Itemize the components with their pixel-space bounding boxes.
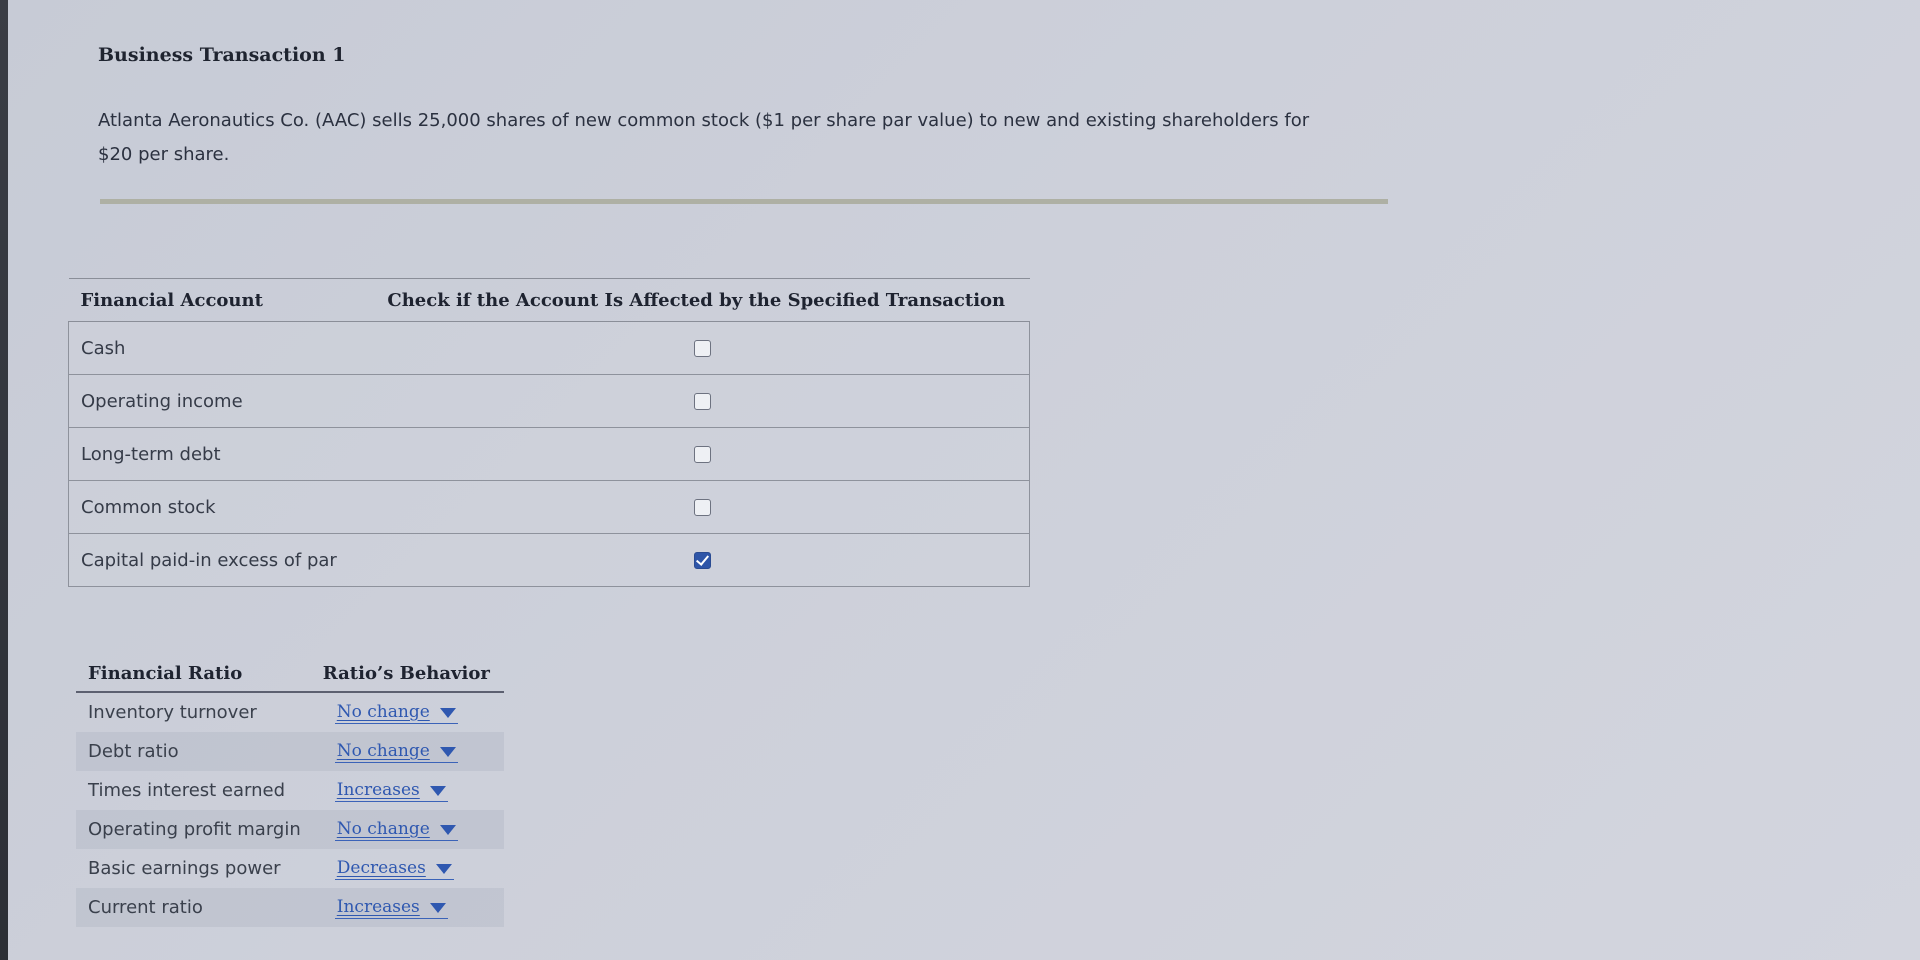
checkbox-operating-income[interactable] <box>694 393 711 410</box>
ratios-header-row: Financial Ratio Ratio’s Behavior <box>76 655 504 693</box>
account-check-cell <box>363 480 1030 534</box>
ratio-behavior-cell: Decreases <box>313 849 504 888</box>
ratio-row-basic-earnings-power: Basic earnings power Decreases <box>76 849 504 888</box>
behavior-dropdown-basic-earnings-power[interactable]: Decreases <box>334 858 454 880</box>
ratio-row-inventory-turnover: Inventory turnover No change <box>76 692 504 732</box>
caret-down-icon <box>439 824 456 835</box>
dropdown-value: No change <box>336 819 430 839</box>
header-check-affected: Check if the Account Is Affected by the … <box>363 278 1030 322</box>
ratio-behavior-cell: No change <box>312 810 504 849</box>
behavior-dropdown-times-interest-earned[interactable]: Increases <box>334 780 448 802</box>
ratio-label: Times interest earned <box>88 780 286 801</box>
ratio-behavior-cell: No change <box>313 692 504 732</box>
page: Business Transaction 1 Atlanta Aeronauti… <box>0 0 1920 960</box>
account-check-cell <box>363 374 1030 428</box>
screen-edge <box>0 0 8 960</box>
behavior-dropdown-debt-ratio[interactable]: No change <box>334 741 458 763</box>
behavior-dropdown-current-ratio[interactable]: Increases <box>334 897 448 919</box>
ratio-behavior-cell: Increases <box>313 771 504 810</box>
account-row-common-stock: Common stock <box>68 480 1030 534</box>
account-check-cell <box>363 427 1030 481</box>
ratio-row-current-ratio: Current ratio Increases <box>76 888 504 927</box>
dropdown-value: No change <box>336 741 430 761</box>
behavior-dropdown-operating-profit-margin[interactable]: No change <box>334 819 458 841</box>
checkbox-long-term-debt[interactable] <box>694 446 711 463</box>
checkbox-cash[interactable] <box>694 340 711 357</box>
section-divider <box>100 199 1388 204</box>
ratio-label: Current ratio <box>76 888 313 927</box>
account-label: Capital paid-in excess of par <box>68 533 363 587</box>
accounts-header-row: Financial Account Check if the Account I… <box>68 278 1030 322</box>
account-row-cash: Cash <box>68 321 1030 375</box>
account-check-cell <box>363 321 1030 375</box>
account-label: Operating income <box>68 374 363 428</box>
description-line-1: Atlanta Aeronautics Co. (AAC) sells 25,0… <box>98 110 1310 131</box>
description-line-2: $20 per share. <box>98 144 230 165</box>
ratio-label: Operating profit margin <box>76 810 313 849</box>
caret-down-icon <box>429 785 446 796</box>
behavior-dropdown-inventory-turnover[interactable]: No change <box>334 702 458 724</box>
transaction-description: Atlanta Aeronautics Co. (AAC) sells 25,0… <box>98 104 1398 172</box>
caret-down-icon <box>439 707 456 718</box>
dropdown-value: No change <box>336 702 430 722</box>
header-financial-ratio: Financial Ratio <box>76 655 313 693</box>
ratios-table: Financial Ratio Ratio’s Behavior Invento… <box>76 655 504 927</box>
ratio-row-times-interest-earned: Times interest earned Increases <box>76 771 504 810</box>
ratio-behavior-cell: Increases <box>312 888 504 927</box>
checkbox-capital-paid-in[interactable] <box>694 552 711 569</box>
caret-down-icon <box>435 863 452 874</box>
transaction-title: Business Transaction 1 <box>98 44 346 66</box>
account-row-capital-paid-in: Capital paid-in excess of par <box>68 533 1030 587</box>
accounts-table: Financial Account Check if the Account I… <box>68 278 1030 587</box>
caret-down-icon <box>429 902 446 913</box>
ratio-behavior-cell: No change <box>312 732 504 771</box>
dropdown-value: Increases <box>336 897 420 917</box>
account-row-long-term-debt: Long-term debt <box>68 427 1030 481</box>
dropdown-value: Decreases <box>336 858 426 878</box>
ratio-row-debt-ratio: Debt ratio No change <box>76 732 504 771</box>
account-label: Cash <box>68 321 363 375</box>
ratio-label: Inventory turnover <box>88 702 257 723</box>
ratio-row-operating-profit-margin: Operating profit margin No change <box>76 810 504 849</box>
checkbox-common-stock[interactable] <box>694 499 711 516</box>
caret-down-icon <box>439 746 456 757</box>
account-label: Long-term debt <box>68 427 363 481</box>
account-label: Common stock <box>68 480 363 534</box>
header-financial-account: Financial Account <box>68 278 363 322</box>
account-row-operating-income: Operating income <box>68 374 1030 428</box>
account-check-cell <box>363 533 1030 587</box>
ratio-label: Debt ratio <box>76 732 313 771</box>
dropdown-value: Increases <box>336 780 420 800</box>
ratio-label: Basic earnings power <box>88 858 281 879</box>
header-ratio-behavior: Ratio’s Behavior <box>312 655 504 693</box>
